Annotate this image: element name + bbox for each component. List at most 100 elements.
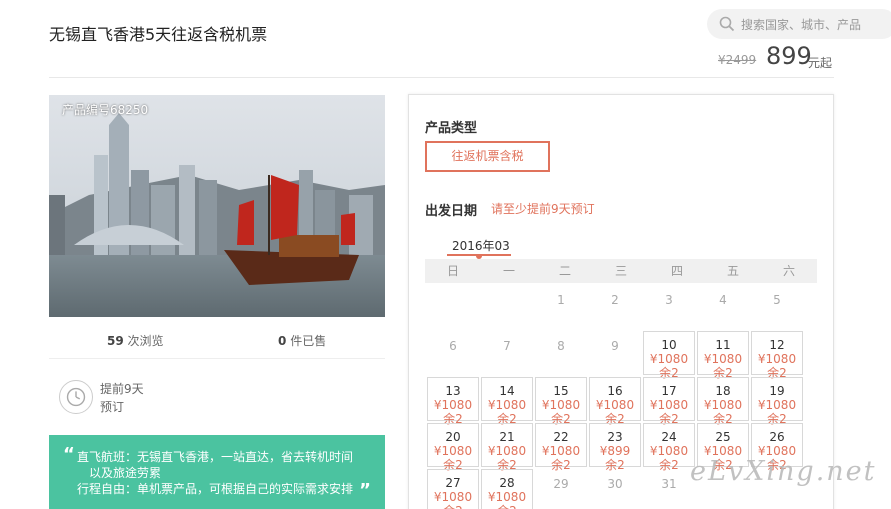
day-price: ¥1080 [703,352,743,366]
day-number: 13 [445,384,461,398]
calendar-day-available[interactable]: 17 ¥1080 余2 [643,377,695,426]
day-price: ¥1080 [757,352,797,366]
search-icon [719,16,735,32]
day-number: 20 [445,430,461,444]
day-number: 22 [553,430,569,444]
close-quote-icon: ” [359,480,371,501]
calendar-day-available[interactable]: 10 ¥1080 余2 [643,331,695,380]
weekday-label: 二 [558,264,571,278]
search-box[interactable]: 搜索国家、城市、产品 [707,9,891,39]
day-number: 15 [553,384,569,398]
day-price: ¥1080 [649,398,689,412]
day-number: 31 [661,477,677,491]
day-remaining: 余2 [482,504,532,509]
calendar-day-disabled: 8 [535,331,587,375]
calendar-day-disabled: 31 [643,469,695,509]
day-price: ¥1080 [487,490,527,504]
day-number: 7 [503,339,511,353]
calendar-day-available[interactable]: 11 ¥1080 余2 [697,331,749,380]
calendar-day-disabled: 9 [589,331,641,375]
calendar-weekday-header: 日一二三四五六 [425,259,817,283]
day-price: ¥1080 [487,398,527,412]
weekday-label: 三 [614,264,627,278]
day-price: ¥1080 [703,398,743,412]
day-number: 27 [445,476,461,490]
day-number: 30 [607,477,623,491]
day-number: 9 [611,339,619,353]
weekday-label: 四 [670,264,683,278]
search-input[interactable]: 搜索国家、城市、产品 [741,16,861,33]
divider [49,358,385,359]
calendar-day-available[interactable]: 20 ¥1080 余2 [427,423,479,472]
note-line: 直飞航班：无锡直飞香港，一站直达，省去转机时间 [77,450,354,464]
day-price: ¥1080 [541,444,581,458]
calendar-day-disabled: 3 [643,285,695,329]
day-number: 6 [449,339,457,353]
calendar-day-available[interactable]: 16 ¥1080 余2 [589,377,641,426]
calendar-day-disabled: 30 [589,469,641,509]
day-price: ¥1080 [649,352,689,366]
day-number: 5 [773,293,781,307]
sold-label: 件已售 [290,334,327,348]
calendar-empty-cell [427,285,479,329]
weekday-label: 一 [502,264,515,278]
advance-label: 预订 [100,400,125,414]
departure-date-label: 出发日期 [425,204,478,219]
views-stat: 59 次浏览 [107,332,164,349]
calendar-day-disabled: 7 [481,331,533,375]
calendar-day-disabled: 6 [427,331,479,375]
calendar-day-available[interactable]: 24 ¥1080 余2 [643,423,695,472]
day-number: 19 [769,384,785,398]
day-number: 10 [661,338,677,352]
note-line: 行程自由：单机票产品，可根据自己的实际需求安排 [77,482,354,496]
views-count: 59 [107,334,124,348]
calendar-day-available[interactable]: 19 ¥1080 余2 [751,377,803,426]
calendar-day-available[interactable]: 23 ¥899 余2 [589,423,641,472]
calendar-day-available[interactable]: 13 ¥1080 余2 [427,377,479,426]
day-number: 28 [499,476,515,490]
weekday-label: 五 [726,264,739,278]
day-price: ¥1080 [541,398,581,412]
day-number: 23 [607,430,623,444]
views-label: 次浏览 [127,334,164,348]
month-tab[interactable]: 2016年03 [452,237,510,254]
day-number: 21 [499,430,515,444]
day-number: 25 [715,430,731,444]
current-price: 899 [766,42,812,70]
calendar-day-available[interactable]: 27¥1080余2 [427,469,479,509]
calendar-day-disabled: 29 [535,469,587,509]
calendar-day-available[interactable]: 18 ¥1080 余2 [697,377,749,426]
day-number: 14 [499,384,515,398]
day-number: 29 [553,477,569,491]
sold-stat: 0 件已售 [278,332,326,349]
day-number: 24 [661,430,677,444]
day-price: ¥1080 [433,490,473,504]
day-number: 1 [557,293,565,307]
calendar-empty-cell [481,285,533,329]
calendar-day-available[interactable]: 22 ¥1080 余2 [535,423,587,472]
day-number: 11 [715,338,731,352]
weekday-label: 六 [782,264,795,278]
calendar-day-available[interactable]: 28¥1080余2 [481,469,533,509]
calendar-day-available[interactable]: 15 ¥1080 余2 [535,377,587,426]
calendar-day-disabled: 5 [751,285,803,329]
product-photo [49,95,385,317]
day-price: ¥1080 [649,444,689,458]
day-number: 26 [769,430,785,444]
day-price: ¥1080 [487,444,527,458]
sold-count: 0 [278,334,287,348]
product-number: 产品编号68250 [62,103,149,117]
day-number: 3 [665,293,673,307]
calendar-day-available[interactable]: 14 ¥1080 余2 [481,377,533,426]
calendar-day-available[interactable]: 12 ¥1080 余2 [751,331,803,380]
day-price: ¥1080 [595,398,635,412]
day-price: ¥1080 [433,398,473,412]
day-number: 8 [557,339,565,353]
product-type-option[interactable]: 往返机票含税 [425,141,550,172]
calendar-day-disabled: 4 [697,285,749,329]
weekday-label: 日 [446,264,459,278]
day-price: ¥1080 [433,444,473,458]
day-number: 18 [715,384,731,398]
note-line: 以及旅途劳累 [89,466,162,480]
calendar-day-available[interactable]: 21 ¥1080 余2 [481,423,533,472]
